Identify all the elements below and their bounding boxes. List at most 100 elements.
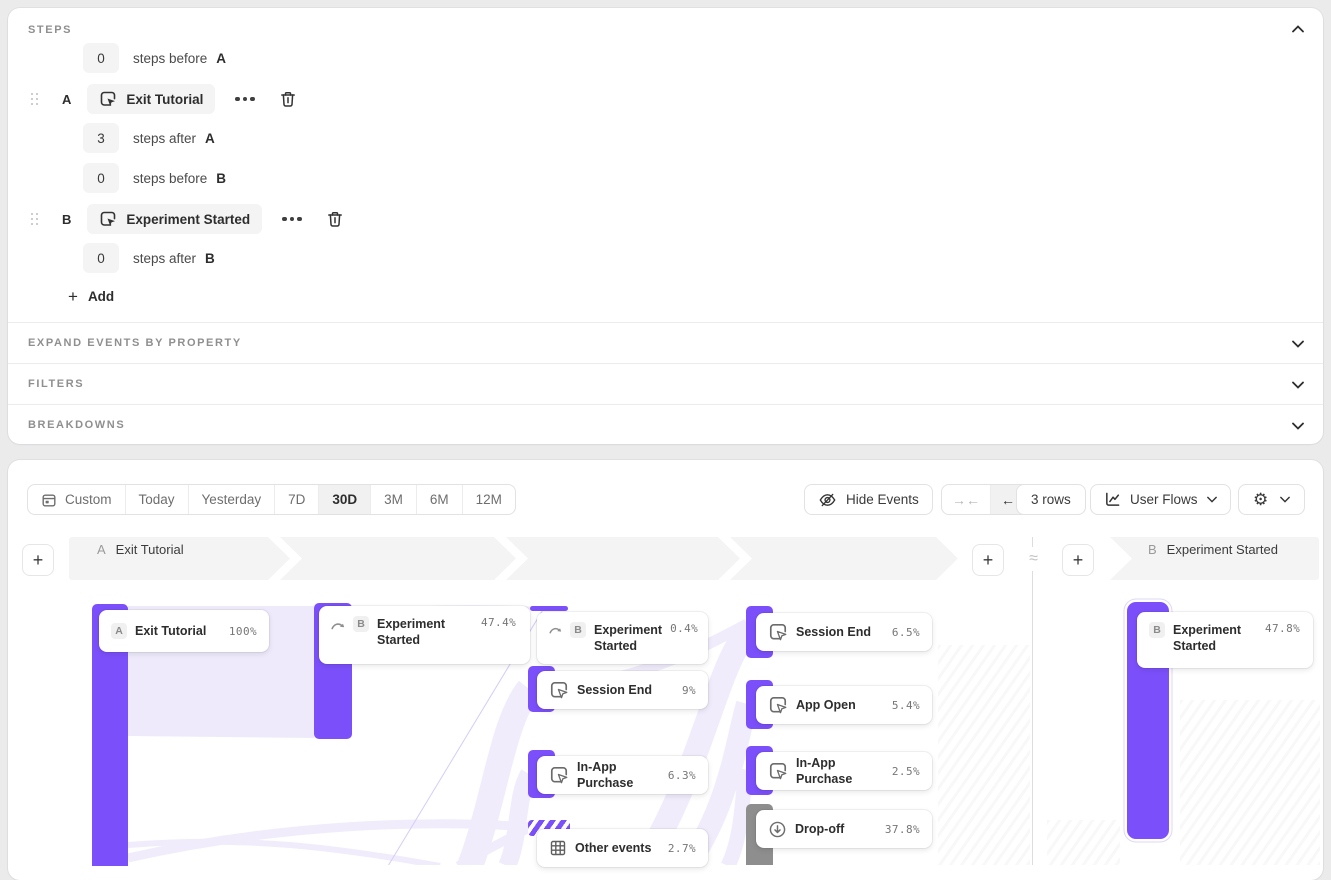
flow-node-in-app-purchase-2[interactable]: In-App Purchase 2.5% (756, 752, 932, 790)
event-icon (768, 622, 788, 642)
flow-node-session-end[interactable]: Session End 9% (537, 671, 708, 709)
node-label: Drop-off (795, 821, 877, 837)
add-column-left-button[interactable]: + (22, 544, 54, 576)
range-7d[interactable]: 7D (275, 485, 319, 514)
collapse-steps-button[interactable] (1289, 20, 1307, 38)
flow-node-app-open[interactable]: App Open 5.4% (756, 686, 932, 724)
step-badge: B (353, 616, 369, 632)
step-b-delete-button[interactable] (326, 210, 344, 229)
section-breakdowns[interactable]: BREAKDOWNS (8, 405, 1323, 445)
event-icon (549, 680, 569, 700)
flow-node-experiment-started-small[interactable]: B Experiment Started 0.4% (537, 612, 708, 664)
step-b-letter: B (62, 212, 71, 227)
collapse-columns-button[interactable]: →← (942, 485, 991, 514)
node-label: Other events (575, 840, 660, 856)
eye-off-icon (818, 491, 837, 509)
range-12m[interactable]: 12M (463, 485, 515, 514)
steps-before-a-row: 0 steps before A (83, 43, 226, 73)
range-today[interactable]: Today (126, 485, 189, 514)
steps-after-a-input[interactable]: 3 (83, 123, 119, 153)
step-b-event-label: Experiment Started (126, 212, 250, 227)
node-label: Session End (796, 624, 884, 640)
step-b-more-icon[interactable] (278, 213, 306, 226)
node-value: 2.5% (892, 765, 920, 778)
range-6m[interactable]: 6M (417, 485, 463, 514)
node-value: 2.7% (668, 842, 696, 855)
flow-node-session-end-2[interactable]: Session End 6.5% (756, 613, 932, 651)
flow-node-drop-off[interactable]: Drop-off 37.8% (756, 810, 932, 848)
hide-events-button[interactable]: Hide Events (804, 484, 933, 515)
chevron-down-icon (1207, 496, 1217, 503)
flow-node-in-app-purchase[interactable]: In-App Purchase 6.3% (537, 756, 708, 794)
event-icon (768, 761, 788, 781)
calendar-icon (41, 492, 57, 508)
section-breakdowns-label: BREAKDOWNS (28, 419, 125, 431)
rows-count-label: 3 rows (1031, 492, 1071, 507)
flow-node-experiment-started[interactable]: B Experiment Started 47.4% (319, 606, 530, 664)
step-label: Exit Tutorial (116, 542, 184, 557)
steps-title: STEPS (28, 24, 72, 36)
step-label: Experiment Started (1167, 542, 1278, 557)
drop-off-icon (768, 820, 787, 839)
steps-after-b-input[interactable]: 0 (83, 243, 119, 273)
drag-handle-icon[interactable] (31, 213, 38, 225)
trash-icon (279, 90, 297, 109)
range-3m[interactable]: 3M (371, 485, 417, 514)
step-a-delete-button[interactable] (279, 90, 297, 109)
collapse-icon: →← (952, 492, 980, 508)
node-value: 100% (229, 625, 257, 638)
node-label: App Open (796, 697, 884, 713)
steps-before-a-input[interactable]: 0 (83, 43, 119, 73)
step-badge: B (1149, 622, 1165, 638)
swoop-arrow-icon (331, 619, 345, 631)
node-value: 6.3% (668, 769, 696, 782)
step-a-event-pill[interactable]: Exit Tutorial (87, 84, 215, 114)
add-column-after-button[interactable]: + (972, 544, 1004, 576)
step-b-event-pill[interactable]: Experiment Started (87, 204, 262, 234)
node-value: 6.5% (892, 626, 920, 639)
steps-before-b-input[interactable]: 0 (83, 163, 119, 193)
range-yesterday[interactable]: Yesterday (189, 485, 276, 514)
range-custom[interactable]: Custom (28, 485, 126, 514)
node-value: 47.8% (1265, 622, 1300, 635)
step-a-letter: A (62, 92, 71, 107)
event-icon (99, 90, 117, 108)
rows-count-button[interactable]: 3 rows (1016, 484, 1086, 515)
chevron-down-icon (1292, 340, 1304, 348)
flow-node-experiment-started-b[interactable]: B Experiment Started 47.8% (1137, 612, 1313, 668)
node-label: Exit Tutorial (135, 623, 221, 639)
add-step-button[interactable]: + Add (68, 288, 114, 305)
flow-header-step-b: B Experiment Started (1148, 539, 1278, 559)
steps-after-a-row: 3 steps after A (83, 123, 215, 153)
flow-node-exit-tutorial[interactable]: A Exit Tutorial 100% (99, 610, 269, 652)
section-filters[interactable]: FILTERS (8, 364, 1323, 404)
step-b-row: B Experiment Started (31, 204, 344, 234)
event-icon (99, 210, 117, 228)
step-a-row: A Exit Tutorial (31, 84, 297, 114)
flow-node-other-events[interactable]: Other events 2.7% (537, 829, 708, 867)
range-custom-label: Custom (65, 492, 112, 507)
node-value: 5.4% (892, 699, 920, 712)
add-step-label: Add (88, 289, 114, 304)
view-type-dropdown[interactable]: User Flows (1090, 484, 1231, 515)
node-label: Session End (577, 682, 674, 698)
trash-icon (326, 210, 344, 229)
plus-icon: + (68, 288, 78, 305)
event-icon (549, 765, 569, 785)
grid-icon (549, 839, 567, 857)
chevron-down-icon (1280, 496, 1290, 503)
node-value: 0.4% (670, 622, 698, 635)
section-divider (1032, 537, 1033, 865)
settings-dropdown[interactable]: ⚙ (1238, 484, 1305, 515)
add-column-before-b-button[interactable]: + (1062, 544, 1094, 576)
chevron-down-icon (1292, 381, 1304, 389)
section-expand-events[interactable]: EXPAND EVENTS BY PROPERTY (8, 323, 1323, 363)
steps-before-b-label: steps before (133, 171, 207, 186)
range-30d[interactable]: 30D (319, 485, 371, 514)
flow-bar-experiment-started-small[interactable] (530, 606, 568, 611)
step-a-more-icon[interactable] (231, 93, 259, 106)
drag-handle-icon[interactable] (31, 93, 38, 105)
node-label: Experiment Started (1173, 622, 1257, 655)
steps-after-a-label: steps after (133, 131, 196, 146)
steps-after-b-row: 0 steps after B (83, 243, 215, 273)
